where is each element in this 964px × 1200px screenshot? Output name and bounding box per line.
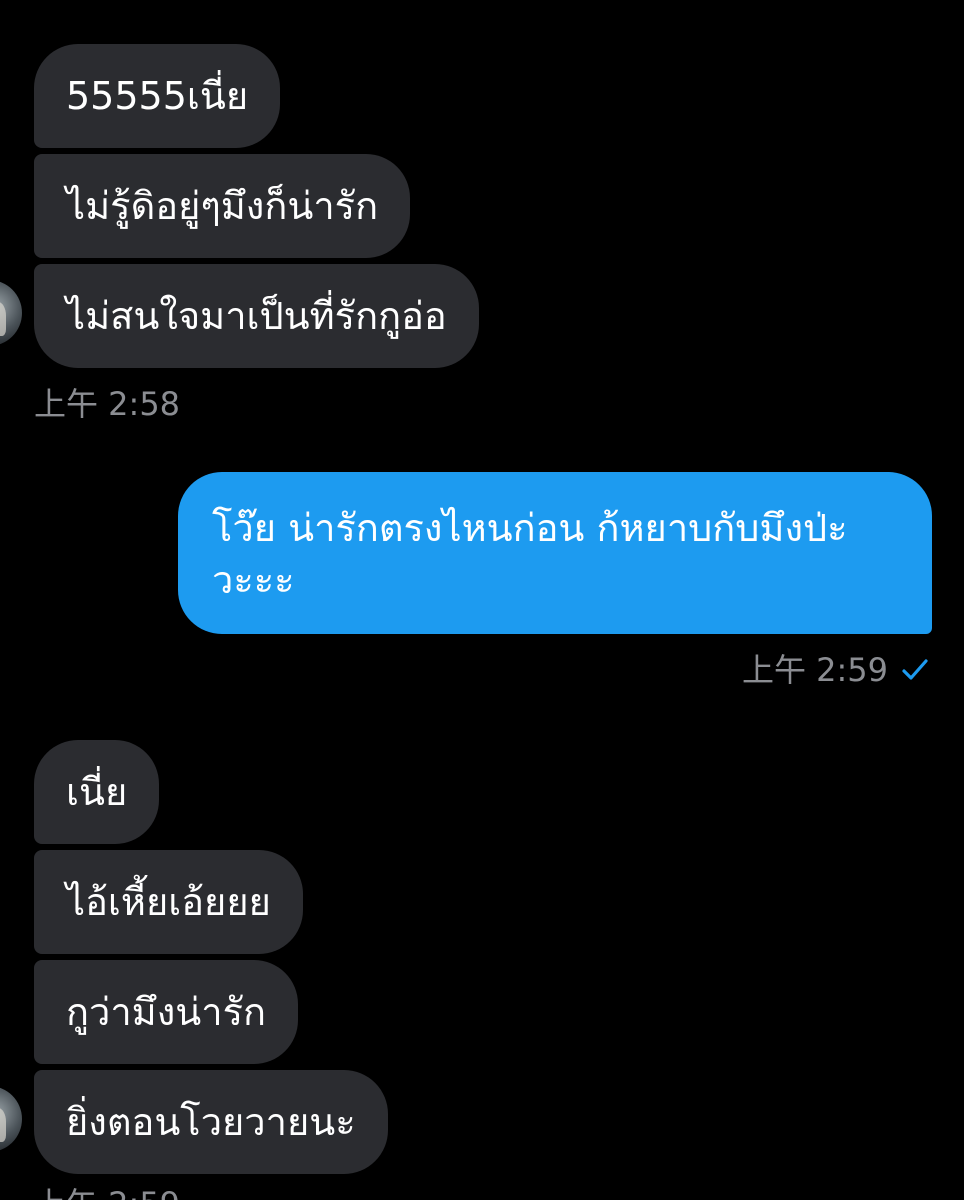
chat-screen: 55555เนี่ย ไม่รู้ดิอยู่ๆมึงก็น่ารัก ไม่ส… xyxy=(0,0,964,1200)
incoming-message[interactable]: 55555เนี่ย xyxy=(34,44,281,148)
message-timestamp: 上午 2:59 xyxy=(34,1184,180,1200)
message-text: เนี่ย xyxy=(66,770,128,814)
incoming-message[interactable]: ยิ่งตอนโวยวายนะ xyxy=(34,1070,388,1174)
incoming-message[interactable]: ไม่รู้ดิอยู่ๆมึงก็น่ารัก xyxy=(34,154,411,258)
message-text: ไอ้เหี้ยเอ้ยยย xyxy=(66,880,271,924)
contact-avatar[interactable] xyxy=(0,280,22,346)
incoming-message[interactable]: ไม่สนใจมาเป็นที่รักกูอ่อ xyxy=(34,264,479,368)
message-text: โว๊ย น่ารักตรงไหนก่อน ก้หยาบกับมึงป่ะวะะ… xyxy=(212,506,848,602)
message-text: ไม่สนใจมาเป็นที่รักกูอ่อ xyxy=(66,294,447,338)
sent-status: 上午 2:59 xyxy=(742,650,930,690)
message-text: ไม่รู้ดิอยู่ๆมึงก็น่ารัก xyxy=(66,184,379,228)
message-timestamp: 上午 2:58 xyxy=(34,385,181,423)
incoming-message[interactable]: เนี่ย xyxy=(34,740,160,844)
incoming-message[interactable]: ไอ้เหี้ยเอ้ยยย xyxy=(34,850,303,954)
message-text: กูว่ามึงน่ารัก xyxy=(66,990,267,1034)
message-text: ยิ่งตอนโวยวายนะ xyxy=(66,1100,356,1144)
message-timestamp: 上午 2:59 xyxy=(741,651,888,689)
contact-avatar[interactable] xyxy=(0,1086,22,1152)
message-text: 55555เนี่ย xyxy=(66,74,249,118)
incoming-message[interactable]: กูว่ามึงน่ารัก xyxy=(34,960,299,1064)
checkmark-icon xyxy=(902,659,928,680)
outgoing-message[interactable]: โว๊ย น่ารักตรงไหนก่อน ก้หยาบกับมึงป่ะวะะ… xyxy=(178,472,932,634)
